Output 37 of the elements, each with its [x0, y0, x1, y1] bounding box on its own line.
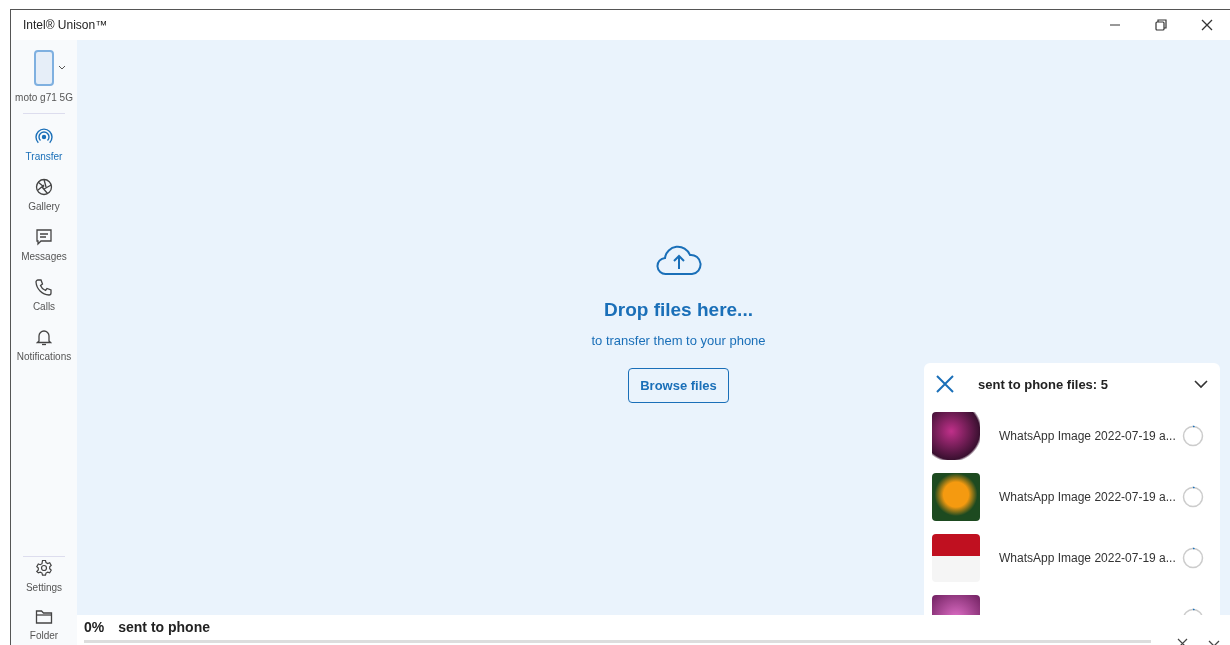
- drop-subtitle: to transfer them to your phone: [591, 332, 766, 348]
- photo-thumbnail: [932, 411, 980, 460]
- sidebar-item[interactable]: Folder: [11, 601, 77, 645]
- chevron-down-icon[interactable]: [1208, 639, 1220, 645]
- device-name: moto g71 5G: [15, 92, 73, 103]
- browse-files-button[interactable]: Browse files: [628, 367, 729, 403]
- chevron-down-icon: [58, 65, 66, 71]
- progress-percent: 0%: [84, 618, 105, 635]
- spinner-icon: [1182, 424, 1204, 447]
- status-label: sent to phone: [118, 618, 210, 635]
- sidebar-item[interactable]: Calls: [11, 270, 77, 320]
- chevron-down-icon[interactable]: [1194, 379, 1208, 389]
- restore-icon[interactable]: [1155, 19, 1167, 31]
- bell-icon: [36, 328, 52, 346]
- phone-icon: [35, 278, 53, 296]
- folder-icon: [35, 609, 53, 625]
- drop-title: Drop files here...: [604, 298, 753, 321]
- photo-thumbnail: [932, 533, 980, 582]
- chat-icon: [35, 228, 53, 246]
- window-title: Intel® Unison™: [23, 18, 109, 32]
- sidebar-item[interactable]: Messages: [11, 220, 77, 270]
- spinner-icon: [1182, 485, 1204, 508]
- sidebar-item[interactable]: Transfer: [11, 120, 77, 170]
- signal-icon: [35, 128, 53, 146]
- spinner-icon: [1182, 546, 1204, 569]
- aperture-icon: [35, 178, 53, 196]
- sidebar-item[interactable]: Settings: [11, 551, 77, 601]
- close-icon[interactable]: [1201, 19, 1213, 31]
- sidebar-item[interactable]: Gallery: [11, 170, 77, 220]
- photo-thumbnail: [932, 472, 980, 521]
- panel-title: sent to phone files: 5: [978, 376, 1109, 392]
- settings-icon: [35, 559, 53, 577]
- file-name: WhatsApp Image 2022-07-19 a...: [999, 428, 1177, 443]
- sidebar-item[interactable]: Notifications: [11, 320, 77, 370]
- file-name: WhatsApp Image 2022-07-19 a...: [999, 550, 1177, 565]
- phone-icon: [34, 50, 54, 86]
- file-name: WhatsApp Image 2022-07-19 a...: [999, 489, 1177, 504]
